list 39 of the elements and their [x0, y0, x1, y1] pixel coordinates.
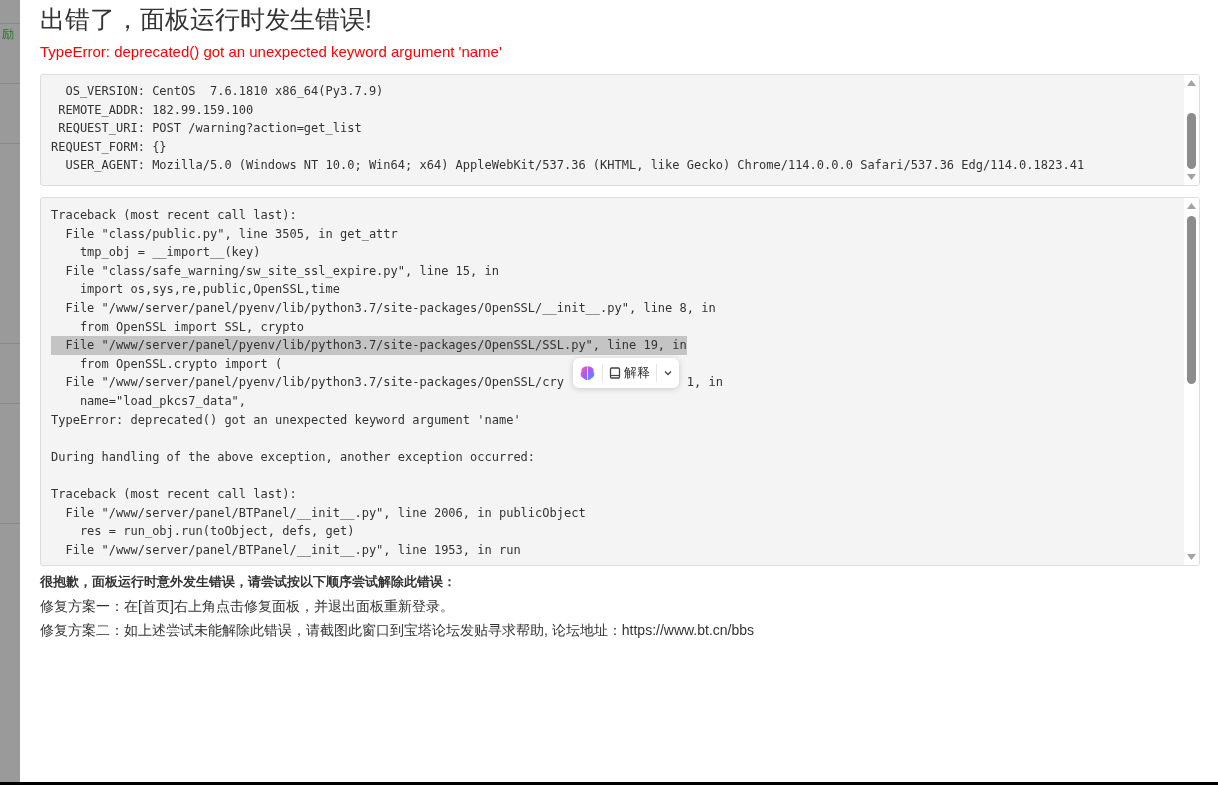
traceback-line: res = run_obj.run(toObject, defs, get): [78, 523, 355, 541]
chevron-down-icon[interactable]: [663, 368, 673, 378]
error-message: TypeError: deprecated() got an unexpected keyword argument 'name': [40, 42, 503, 62]
scroll-up-icon[interactable]: [1187, 80, 1196, 86]
explain-button[interactable]: 解释: [609, 363, 650, 383]
traceback-line: File "class/safe_warning/sw_site_ssl_expire.py", line 15, in: [64, 262, 499, 280]
scrollbar[interactable]: [1184, 75, 1199, 185]
traceback-line: File "/www/server/panel/BTPanel/__init__.py", line 1953, in run: [64, 541, 521, 559]
traceback-line: File "/www/server/panel/pyenv/lib/python3.7/site-packages/OpenSSL/__init__.py", line 8, in: [64, 299, 716, 317]
help-heading: 很抱歉，面板运行时意外发生错误，请尝试按以下顺序尝试解除此错误：: [40, 573, 457, 591]
help-text: 修复方案一：在[首页]右上角点击修复面板，并退出面板重新登录。: [40, 597, 455, 616]
traceback-line: File "class/public.py", line 3505, in get_attr: [64, 225, 398, 243]
scroll-thumb[interactable]: [1187, 113, 1196, 169]
scrollbar[interactable]: [1184, 198, 1199, 565]
scroll-thumb[interactable]: [1187, 216, 1196, 384]
traceback-line: tmp_obj = __import__(key): [78, 244, 261, 262]
traceback-line: from OpenSSL import SSL, crypto: [78, 318, 304, 336]
environment-line: REMOTE_ADDR: 182.99.159.100: [57, 101, 254, 119]
scroll-up-icon[interactable]: [1187, 203, 1196, 209]
traceback-line: from OpenSSL.crypto import (: [78, 355, 283, 373]
brain-icon[interactable]: [579, 364, 596, 382]
environment-line: OS_VERSION: CentOS 7.6.1810 x86_64(Py3.7.9): [64, 83, 384, 100]
environment-line: USER_AGENT: Mozilla/5.0 (Windows NT 10.0; Win64; x64) AppleWebKit/537.36 (KHTML, like Gecko) Chrome/114.0.0.0 Safari/537.36 Edg/114.0.1823.41: [64, 157, 1085, 175]
traceback-line: File "/www/server/panel/BTPanel/__init__.py", line 2006, in publicObject: [64, 504, 586, 522]
traceback-line: During handling of the above exception, another exception occurred:: [51, 448, 536, 466]
scroll-down-icon[interactable]: [1187, 174, 1196, 180]
scroll-down-icon[interactable]: [1187, 554, 1196, 560]
error-title: 出错了，面板运行时发生错误!: [40, 4, 373, 35]
traceback-line: name="load_pkcs7_data",: [78, 392, 247, 410]
traceback-line: 1, in: [686, 374, 723, 392]
help-text: 修复方案二：如上述尝试未能解除此错误，请截图此窗口到宝塔论坛发贴寻求帮助, 论坛地址：https://www.bt.cn/bbs: [40, 621, 756, 640]
traceback-line: TypeError: deprecated() got an unexpected keyword argument 'name': [51, 411, 521, 429]
traceback-line: import os,sys,re,public,OpenSSL,time: [78, 281, 340, 299]
traceback-line: Traceback (most recent call last):: [51, 485, 297, 503]
environment-line: REQUEST_URI: POST /warning?action=get_list: [57, 120, 362, 138]
traceback-line: Traceback (most recent call last):: [51, 207, 297, 224]
traceback-line: File "/www/server/panel/pyenv/lib/python3.7/site-packages/OpenSSL/cry: [64, 374, 564, 392]
book-icon: [609, 367, 621, 379]
environment-line: REQUEST_FORM: {}: [51, 138, 167, 156]
